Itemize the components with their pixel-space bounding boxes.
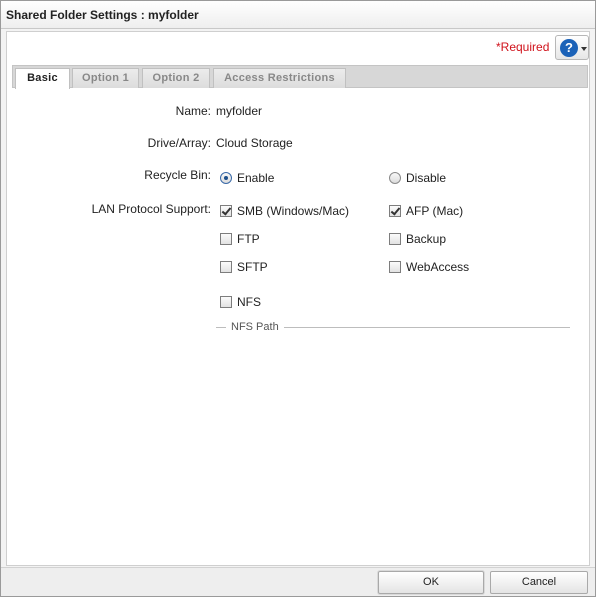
lan-protocol-label: LAN Protocol Support: [91,202,211,216]
tab-option-2[interactable]: Option 2 [142,68,210,88]
help-icon: ? [560,39,578,57]
backup-label: Backup [406,232,447,246]
tab-basic[interactable]: Basic [15,68,70,89]
recycle-disable-label: Disable [406,171,447,185]
ftp-label: FTP [237,232,260,246]
recycle-enable-label: Enable [237,171,275,185]
sftp-label: SFTP [237,260,268,274]
title-bar: Shared Folder Settings : myfolder [1,1,595,29]
checkbox-checked-icon [389,205,401,217]
nfs-label: NFS [237,295,261,309]
name-value: myfolder [216,104,263,118]
tab-bar: Basic Option 1 Option 2 Access Restricti… [12,65,588,89]
dialog-window: Shared Folder Settings : myfolder *Requi… [0,0,596,597]
nfs-path-label: NFS Path [231,321,279,333]
checkbox-icon [389,233,401,245]
webaccess-label: WebAccess [406,260,470,274]
drive-label: Drive/Array: [147,136,211,150]
smb-label: SMB (Windows/Mac) [237,204,350,218]
recycle-bin-label: Recycle Bin: [144,168,211,182]
nfs-path-divider [216,327,226,328]
checkbox-icon [220,233,232,245]
radio-unselected-icon [389,172,401,184]
ok-button[interactable]: OK [378,571,484,594]
tab-access-restrictions[interactable]: Access Restrictions [213,68,346,88]
nfs-path-divider [284,327,570,328]
cancel-button[interactable]: Cancel [490,571,588,594]
help-button[interactable]: ? [555,35,589,60]
drive-value: Cloud Storage [216,136,293,150]
afp-label: AFP (Mac) [406,204,464,218]
dialog-title: Shared Folder Settings : myfolder [6,8,199,22]
checkbox-icon [220,296,232,308]
checkbox-checked-icon [220,205,232,217]
checkbox-icon [389,261,401,273]
chevron-down-icon [581,47,587,51]
checkbox-icon [220,261,232,273]
radio-selected-icon [220,172,232,184]
tab-option-1[interactable]: Option 1 [72,68,139,88]
name-label: Name: [175,104,211,118]
dialog-footer: OK Cancel [1,567,595,596]
required-note: *Required [496,40,550,54]
